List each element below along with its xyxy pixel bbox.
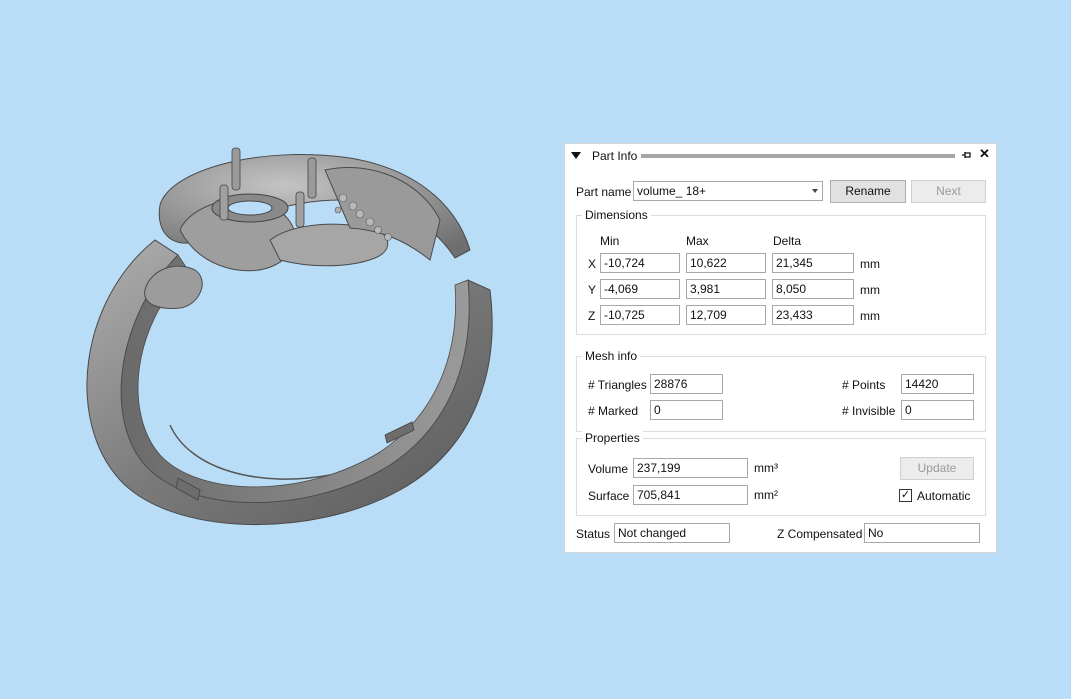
panel-title: Part Info <box>592 149 638 163</box>
part-info-panel: Part Info ✕ Part name volume_ 18+ Rename… <box>564 143 997 553</box>
z-min-field[interactable]: -10,725 <box>600 305 680 325</box>
surface-label: Surface <box>588 489 630 503</box>
x-unit-label: mm <box>860 257 880 271</box>
axis-x-label: X <box>588 257 597 271</box>
dimensions-title: Dimensions <box>582 208 651 222</box>
part-name-combobox[interactable]: volume_ 18+ <box>633 181 823 201</box>
properties-title: Properties <box>582 431 643 445</box>
status-field[interactable]: Not changed <box>614 523 730 543</box>
part-name-label: Part name <box>576 185 632 199</box>
z-delta-field[interactable]: 23,433 <box>772 305 854 325</box>
automatic-checkbox[interactable]: ✓ <box>899 489 912 502</box>
triangles-field[interactable]: 28876 <box>650 374 723 394</box>
invisible-field[interactable]: 0 <box>901 400 974 420</box>
marked-label: # Marked <box>588 404 639 418</box>
ring-3d-model[interactable] <box>60 130 520 540</box>
close-icon[interactable]: ✕ <box>979 147 990 161</box>
combo-arrow-icon <box>812 189 818 193</box>
title-grip <box>641 154 955 158</box>
pin-icon[interactable] <box>961 149 973 161</box>
points-label: # Points <box>842 378 886 392</box>
part-name-value: volume_ 18+ <box>637 184 707 198</box>
triangles-label: # Triangles <box>588 378 647 392</box>
col-delta-header: Delta <box>773 234 802 248</box>
checkmark-icon: ✓ <box>900 489 911 501</box>
z-unit-label: mm <box>860 309 880 323</box>
z-compensated-field[interactable]: No <box>864 523 980 543</box>
z-compensated-label: Z Compensated <box>777 527 863 541</box>
mesh-info-group <box>576 356 986 432</box>
automatic-label: Automatic <box>917 489 971 503</box>
y-delta-field[interactable]: 8,050 <box>772 279 854 299</box>
surface-field[interactable]: 705,841 <box>633 485 748 505</box>
collapse-triangle-icon[interactable] <box>571 152 581 159</box>
status-label: Status <box>576 527 611 541</box>
y-min-field[interactable]: -4,069 <box>600 279 680 299</box>
invisible-label: # Invisible <box>842 404 896 418</box>
col-max-header: Max <box>686 234 709 248</box>
panel-titlebar[interactable]: Part Info ✕ <box>565 144 996 168</box>
axis-z-label: Z <box>588 309 596 323</box>
axis-y-label: Y <box>588 283 597 297</box>
col-min-header: Min <box>600 234 620 248</box>
next-button[interactable]: Next <box>911 180 986 203</box>
points-field[interactable]: 14420 <box>901 374 974 394</box>
y-max-field[interactable]: 3,981 <box>686 279 766 299</box>
x-delta-field[interactable]: 21,345 <box>772 253 854 273</box>
surface-unit: mm² <box>754 488 778 502</box>
volume-label: Volume <box>588 462 629 476</box>
z-max-field[interactable]: 12,709 <box>686 305 766 325</box>
y-unit-label: mm <box>860 283 880 297</box>
marked-field[interactable]: 0 <box>650 400 723 420</box>
update-button[interactable]: Update <box>900 457 974 480</box>
rename-button[interactable]: Rename <box>830 180 906 203</box>
x-max-field[interactable]: 10,622 <box>686 253 766 273</box>
volume-unit: mm³ <box>754 461 778 475</box>
mesh-info-title: Mesh info <box>582 349 641 363</box>
volume-field[interactable]: 237,199 <box>633 458 748 478</box>
x-min-field[interactable]: -10,724 <box>600 253 680 273</box>
